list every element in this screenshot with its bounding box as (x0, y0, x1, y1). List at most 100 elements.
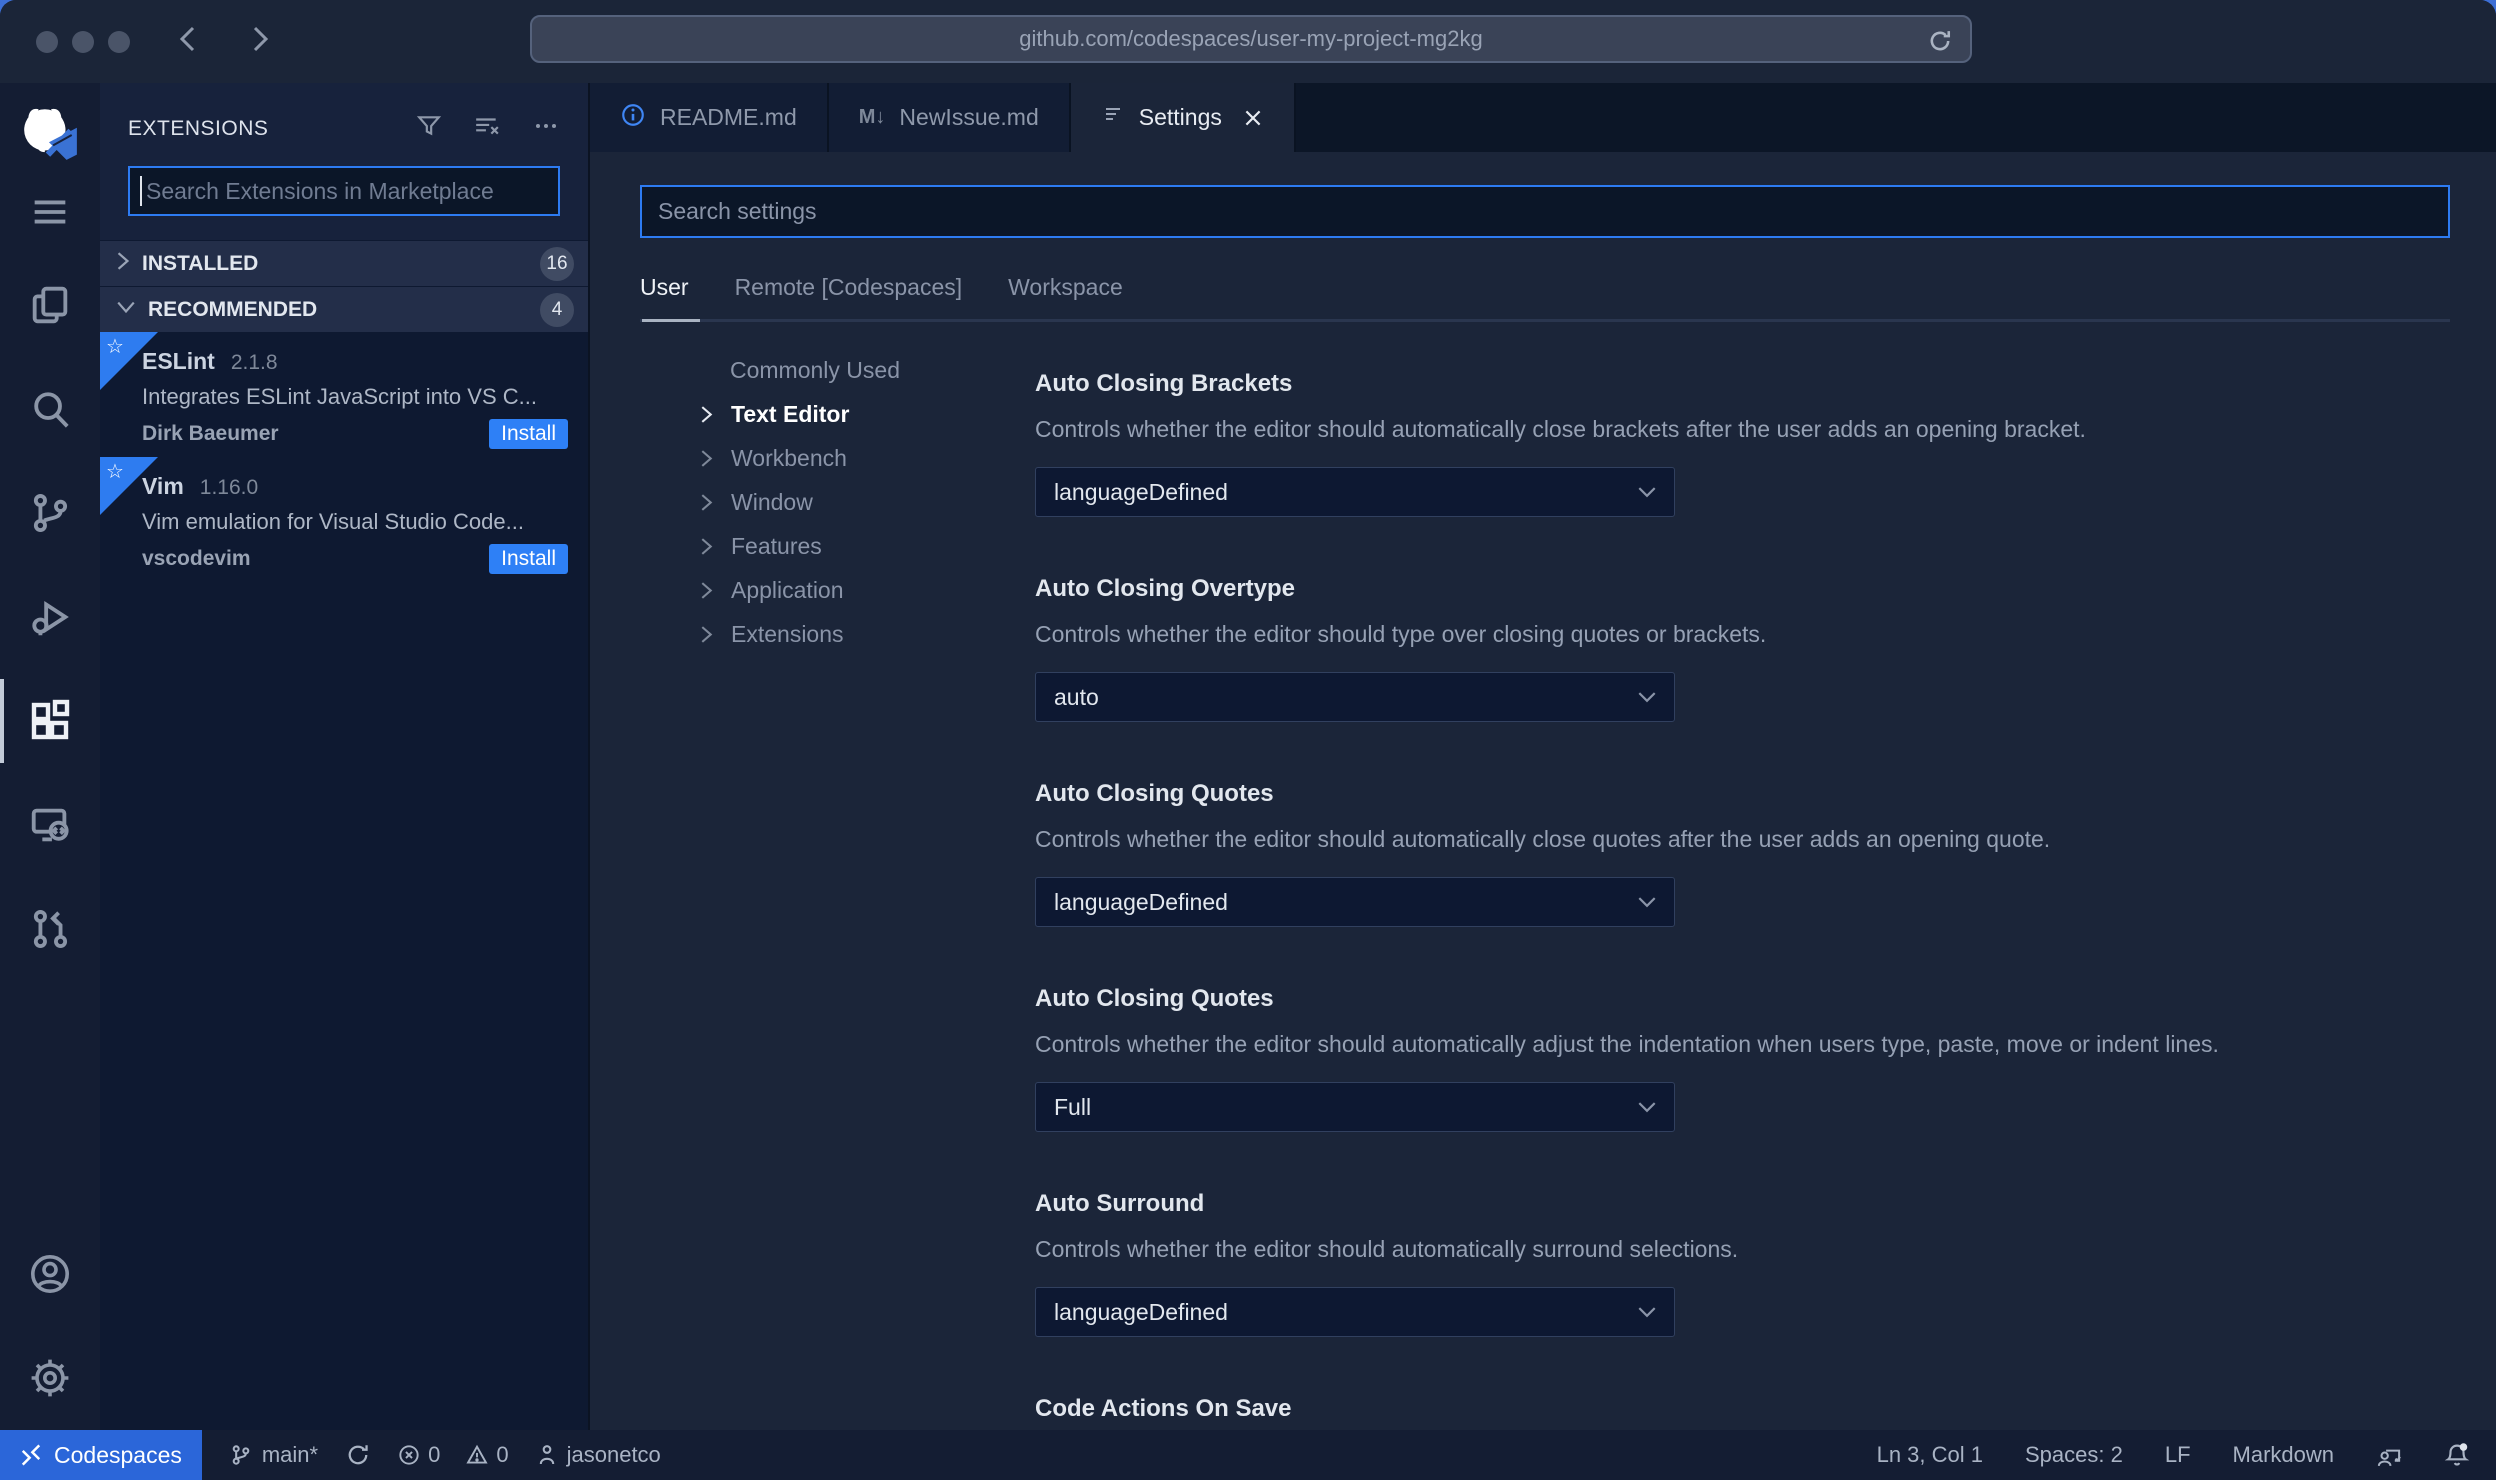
eol-indicator[interactable]: LF (2165, 1442, 2191, 1468)
info-icon (620, 102, 646, 134)
extensions-list: ☆ ESLint 2.1.8 Integrates ESLint JavaScr… (100, 332, 588, 1430)
toc-label: Window (731, 488, 813, 515)
window-control-dot[interactable] (36, 30, 58, 53)
install-button[interactable]: Install (489, 419, 568, 449)
scope-tab-user[interactable]: User (640, 274, 689, 301)
settings-gear-icon[interactable] (0, 1326, 100, 1430)
browser-toolbar: github.com/codespaces/user-my-project-mg… (0, 0, 2496, 83)
indentation-label: Spaces: 2 (2024, 1442, 2123, 1467)
more-actions-icon[interactable] (532, 113, 560, 144)
warnings-count: 0 (496, 1442, 509, 1467)
markdown-icon: M↓ (858, 106, 886, 128)
setting-value-dropdown[interactable]: Full (1035, 1082, 1675, 1132)
scope-tab-remote[interactable]: Remote [Codespaces] (735, 274, 963, 301)
text-caret (140, 176, 142, 206)
setting-description: Controls whether the editor should autom… (1035, 416, 2086, 442)
installed-section-header[interactable]: INSTALLED 16 (100, 240, 588, 286)
tab-settings[interactable]: Settings (1070, 83, 1296, 152)
logged-in-user[interactable]: jasonetco (537, 1442, 661, 1468)
setting-auto-surround: Auto Surround Controls whether the edito… (1035, 1190, 2450, 1337)
window-controls[interactable] (36, 30, 130, 53)
settings-editor: Search settings User Remote [Codespaces]… (590, 152, 2496, 1430)
tab-label: NewIssue.md (899, 104, 1039, 130)
window-control-dot[interactable] (72, 30, 94, 53)
status-bar: Codespaces main* 0 0 jasonetco Ln 3, Col… (0, 1430, 2496, 1480)
activity-bar (0, 83, 100, 1430)
setting-title: Auto Closing Quotes (1035, 780, 1274, 807)
toc-item-text-editor[interactable]: Text Editor (700, 392, 1035, 436)
settings-search-input[interactable]: Search settings (640, 185, 2450, 238)
dropdown-value: languageDefined (1054, 478, 1228, 505)
remote-explorer-icon[interactable] (0, 773, 100, 877)
menu-icon[interactable] (0, 171, 100, 253)
setting-value-dropdown[interactable]: languageDefined (1035, 467, 1675, 517)
settings-toc: Commonly Used Text Editor Workbench Wind… (640, 348, 1035, 1430)
branch-label: main* (261, 1442, 319, 1467)
extensions-search-input[interactable]: Search Extensions in Marketplace (128, 166, 560, 216)
remote-icon (21, 1444, 41, 1466)
account-icon[interactable] (0, 1222, 100, 1326)
setting-value-dropdown[interactable]: auto (1035, 672, 1675, 722)
chevron-down-icon (1638, 1306, 1656, 1317)
window-control-dot[interactable] (108, 30, 130, 53)
reload-icon[interactable] (1926, 27, 1954, 61)
extensions-icon[interactable] (0, 669, 100, 773)
extension-row-vim[interactable]: ☆ Vim 1.16.0 Vim emulation for Visual St… (100, 457, 588, 582)
user-icon (539, 1445, 554, 1465)
toc-item-window[interactable]: Window (700, 480, 1035, 524)
tab-label: README.md (660, 104, 797, 130)
setting-title: Code Actions On Save (1035, 1395, 1292, 1422)
settings-scope-tabs: User Remote [Codespaces] Workspace (640, 274, 2450, 301)
settings-tab-icon (1101, 103, 1125, 133)
branch-indicator[interactable]: main* (230, 1442, 318, 1468)
dropdown-value: auto (1054, 683, 1099, 710)
toc-item-application[interactable]: Application (700, 568, 1035, 612)
install-button[interactable]: Install (489, 544, 568, 574)
editor-tab-bar: README.md M↓ NewIssue.md Settings (590, 83, 2496, 152)
close-tab-icon[interactable] (1242, 107, 1264, 129)
address-bar[interactable]: github.com/codespaces/user-my-project-mg… (530, 15, 1972, 63)
extension-row-eslint[interactable]: ☆ ESLint 2.1.8 Integrates ESLint JavaScr… (100, 332, 588, 457)
back-icon[interactable] (174, 23, 202, 60)
setting-auto-closing-overtype: Auto Closing Overtype Controls whether t… (1035, 575, 2450, 722)
setting-value-dropdown[interactable]: languageDefined (1035, 877, 1675, 927)
recommended-count-badge: 4 (540, 292, 574, 327)
url-text: github.com/codespaces/user-my-project-mg… (1019, 26, 1483, 51)
search-icon[interactable] (0, 357, 100, 461)
setting-value-dropdown[interactable]: languageDefined (1035, 1287, 1675, 1337)
filter-icon[interactable] (416, 113, 442, 144)
setting-description: Controls whether the editor should autom… (1035, 1236, 1739, 1262)
eol-label: LF (2164, 1442, 2191, 1467)
installed-label: INSTALLED (142, 251, 259, 275)
problems-indicator[interactable]: 0 0 (398, 1442, 509, 1468)
toc-item-workbench[interactable]: Workbench (700, 436, 1035, 480)
indentation-indicator[interactable]: Spaces: 2 (2025, 1442, 2123, 1468)
toc-item-commonly-used[interactable]: Commonly Used (700, 348, 1035, 392)
explorer-icon[interactable] (0, 253, 100, 357)
pull-request-icon[interactable] (0, 877, 100, 981)
source-control-icon[interactable] (0, 461, 100, 565)
star-icon: ☆ (106, 461, 124, 483)
extension-description: Integrates ESLint JavaScript into VS C..… (142, 384, 537, 409)
toc-label: Text Editor (731, 400, 850, 427)
setting-title: Auto Closing Quotes (1035, 985, 1274, 1012)
cursor-position[interactable]: Ln 3, Col 1 (1877, 1442, 1983, 1468)
tab-readme[interactable]: README.md (590, 83, 829, 152)
toc-item-features[interactable]: Features (700, 524, 1035, 568)
toc-label: Commonly Used (730, 356, 900, 383)
clear-extensions-search-icon[interactable] (472, 113, 502, 144)
language-mode[interactable]: Markdown (2233, 1442, 2334, 1468)
run-debug-icon[interactable] (0, 565, 100, 669)
extension-description: Vim emulation for Visual Studio Code... (142, 509, 524, 534)
dropdown-value: Full (1054, 1093, 1092, 1120)
codespaces-remote-indicator[interactable]: Codespaces (0, 1430, 202, 1480)
recommended-section-header[interactable]: RECOMMENDED 4 (100, 286, 588, 332)
extension-version: 2.1.8 (230, 351, 278, 374)
feedback-icon[interactable] (2376, 1443, 2402, 1467)
toc-item-extensions[interactable]: Extensions (700, 612, 1035, 656)
scope-tab-workspace[interactable]: Workspace (1008, 274, 1123, 301)
tab-newissue[interactable]: M↓ NewIssue.md (828, 83, 1071, 152)
sync-button[interactable] (346, 1443, 370, 1467)
notifications-bell-icon[interactable] (2444, 1442, 2470, 1468)
forward-icon[interactable] (246, 23, 274, 60)
